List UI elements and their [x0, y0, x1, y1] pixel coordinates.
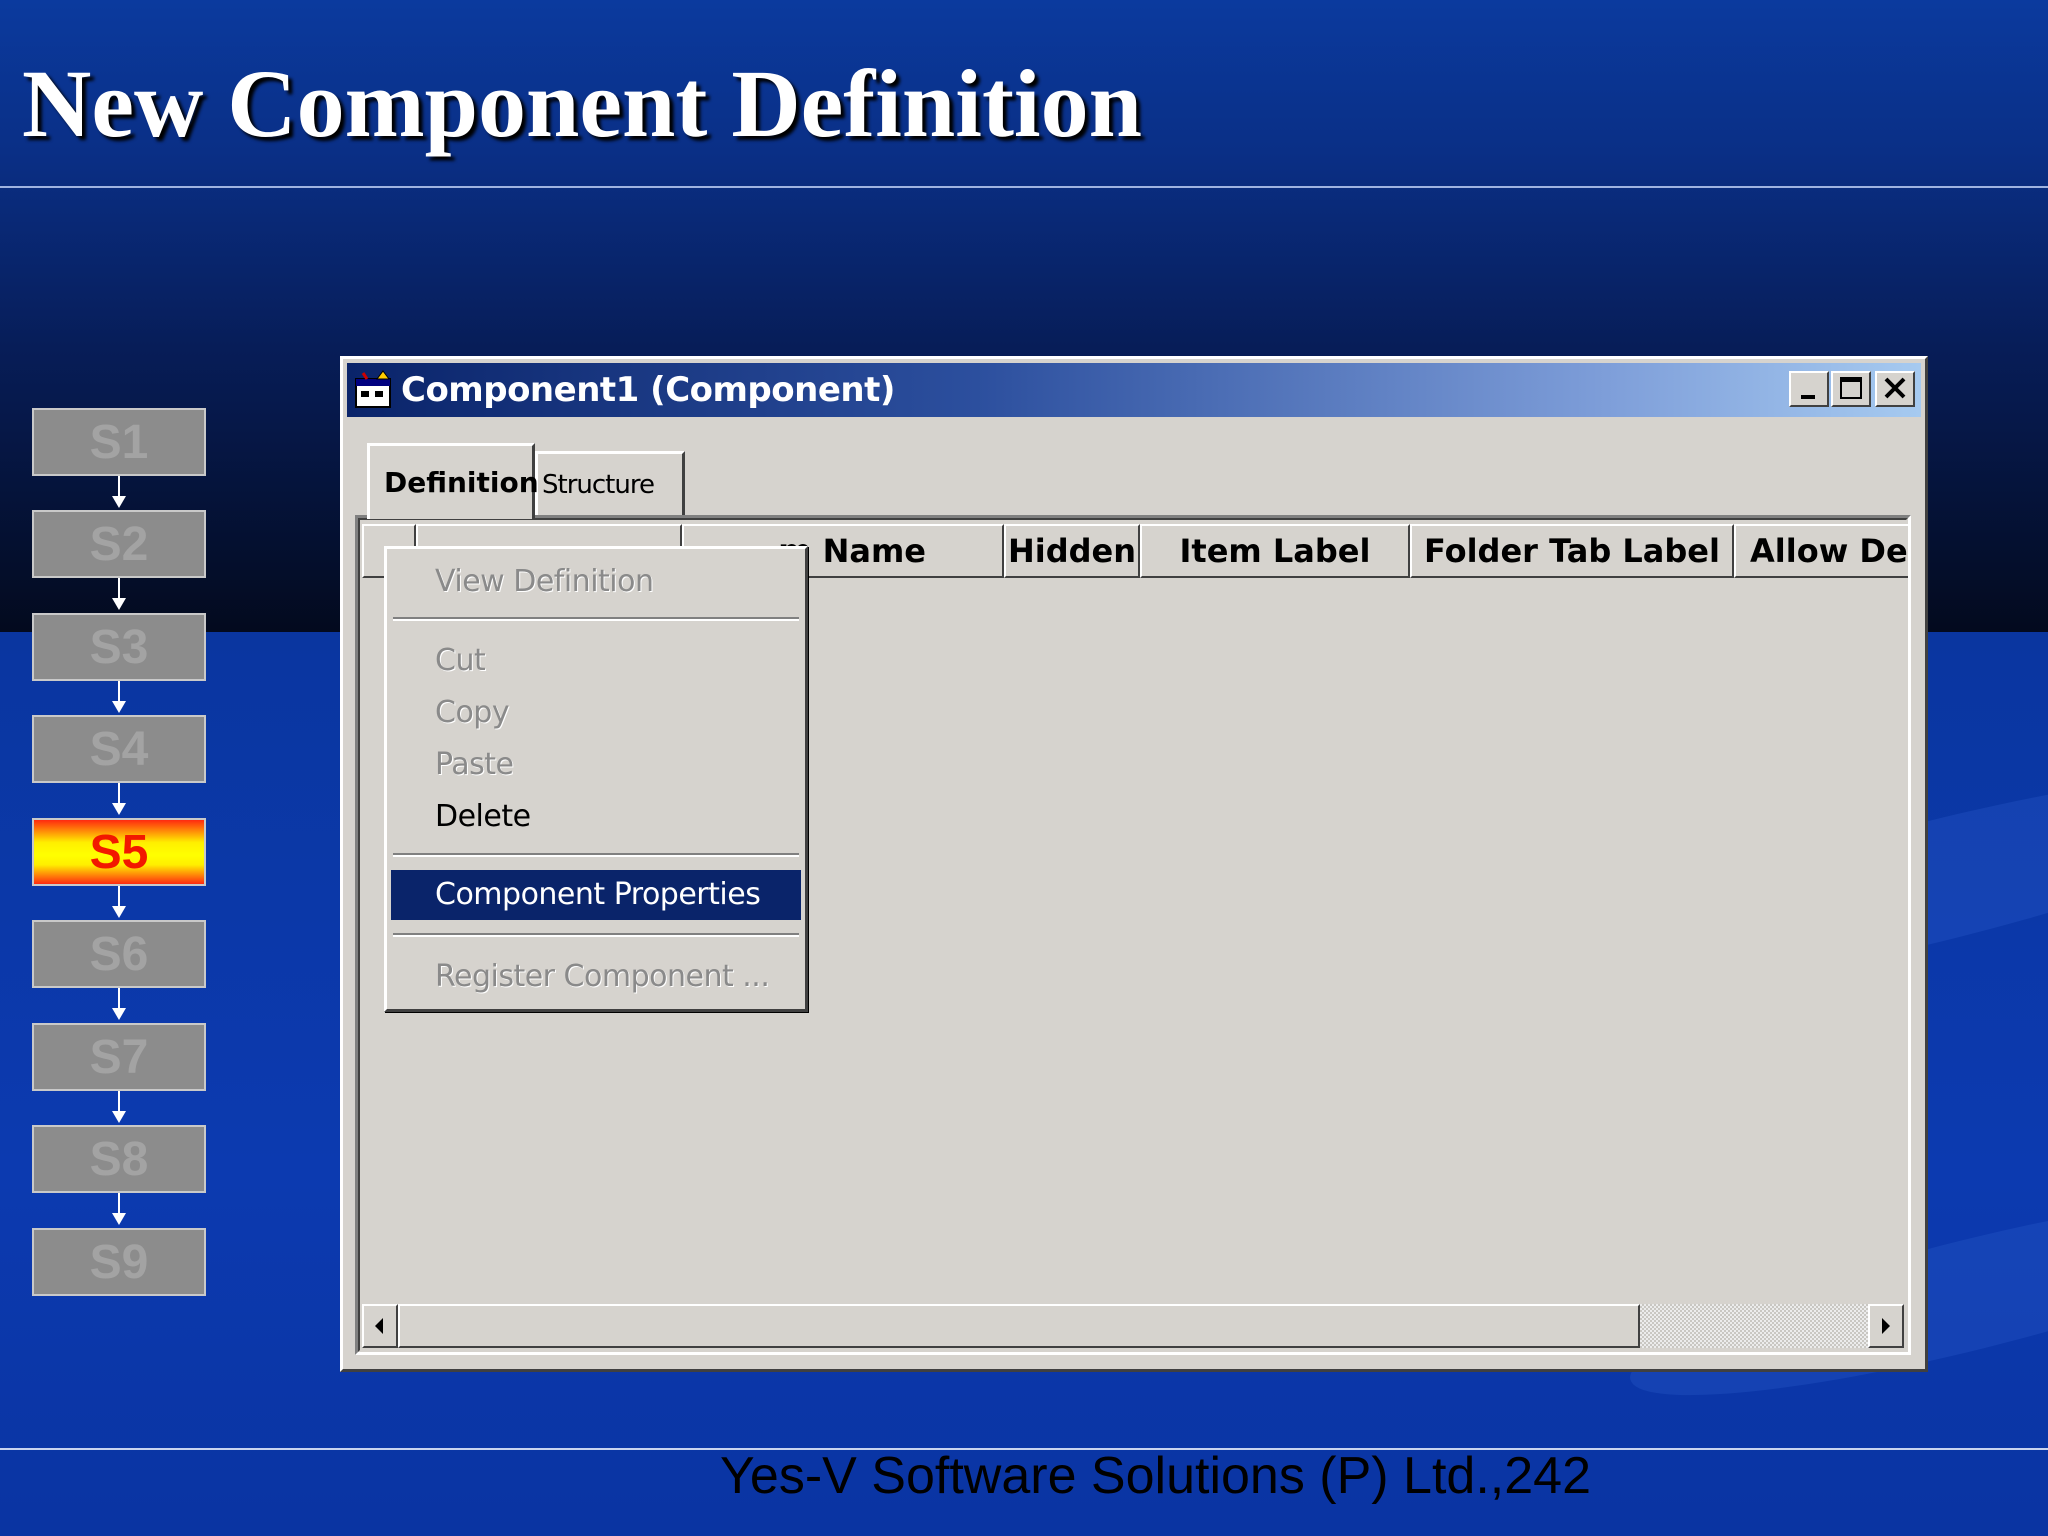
- step-arrow: [112, 783, 126, 817]
- scroll-right-button[interactable]: [1868, 1304, 1904, 1348]
- tab-definition[interactable]: Definition: [367, 443, 539, 519]
- title-divider: [0, 186, 2048, 188]
- component-app-icon: [355, 370, 391, 408]
- menu-item-cut[interactable]: Cut: [391, 636, 801, 686]
- grid-header-folder-tab-label-label: Folder Tab Label: [1424, 532, 1720, 570]
- step-arrow: [112, 681, 126, 715]
- step-s6[interactable]: S6: [32, 920, 206, 988]
- horizontal-scrollbar[interactable]: [362, 1304, 1904, 1348]
- slide-footer: Yes-V Software Solutions (P) Ltd.,242: [720, 1447, 1591, 1505]
- step-arrow: [112, 886, 126, 920]
- step-s9[interactable]: S9: [32, 1228, 206, 1296]
- scrollbar-thumb[interactable]: [398, 1304, 1640, 1348]
- maximize-icon: [1840, 377, 1862, 399]
- minimize-button[interactable]: [1789, 371, 1829, 407]
- close-icon: [1884, 377, 1906, 399]
- grid-header-folder-tab-label[interactable]: Folder Tab Label: [1410, 524, 1734, 578]
- step-s4[interactable]: S4: [32, 715, 206, 783]
- step-s2[interactable]: S2: [32, 510, 206, 578]
- grid-header-item-label[interactable]: Item Label: [1140, 524, 1410, 578]
- grid-header-hidden-label: Hidden: [1007, 532, 1137, 570]
- tab-structure[interactable]: Structure: [535, 451, 685, 515]
- step-arrow: [112, 988, 126, 1022]
- menu-separator: [393, 933, 799, 937]
- grid-header-hidden[interactable]: Hidden: [1004, 524, 1140, 578]
- grid-header-allow-deferred[interactable]: Allow Def: [1734, 524, 1911, 578]
- window-titlebar[interactable]: Component1 (Component): [347, 363, 1921, 417]
- menu-item-view-definition[interactable]: View Definition: [391, 557, 801, 607]
- scroll-left-button[interactable]: [362, 1304, 398, 1348]
- step-arrow: [112, 1193, 126, 1227]
- menu-item-component-properties[interactable]: Component Properties: [391, 870, 801, 920]
- menu-item-copy[interactable]: Copy: [391, 688, 801, 738]
- step-arrow: [112, 1091, 126, 1125]
- grid-header-allow-deferred-label: Allow Def: [1750, 532, 1911, 570]
- step-s8[interactable]: S8: [32, 1125, 206, 1193]
- scrollbar-track[interactable]: [1640, 1304, 1868, 1348]
- grid-header-item-label-label: Item Label: [1179, 532, 1371, 570]
- scroll-right-icon: [1882, 1318, 1890, 1334]
- scroll-left-icon: [375, 1318, 383, 1334]
- menu-item-register-component[interactable]: Register Component ...: [391, 952, 801, 1002]
- minimize-icon: [1801, 395, 1815, 399]
- window-title: Component1 (Component): [401, 370, 895, 410]
- step-s1[interactable]: S1: [32, 408, 206, 476]
- step-arrow: [112, 578, 126, 612]
- menu-separator: [393, 853, 799, 857]
- step-s7[interactable]: S7: [32, 1023, 206, 1091]
- maximize-button[interactable]: [1831, 371, 1871, 407]
- context-menu: View Definition Cut Copy Paste Delete Co…: [384, 546, 808, 1012]
- slide-title: New Component Definition: [22, 50, 1142, 157]
- step-s5-current[interactable]: S5: [32, 818, 206, 886]
- step-s3[interactable]: S3: [32, 613, 206, 681]
- close-button[interactable]: [1875, 371, 1915, 407]
- menu-separator: [393, 617, 799, 621]
- menu-item-paste[interactable]: Paste: [391, 740, 801, 790]
- menu-item-delete[interactable]: Delete: [391, 792, 801, 842]
- step-arrow: [112, 476, 126, 510]
